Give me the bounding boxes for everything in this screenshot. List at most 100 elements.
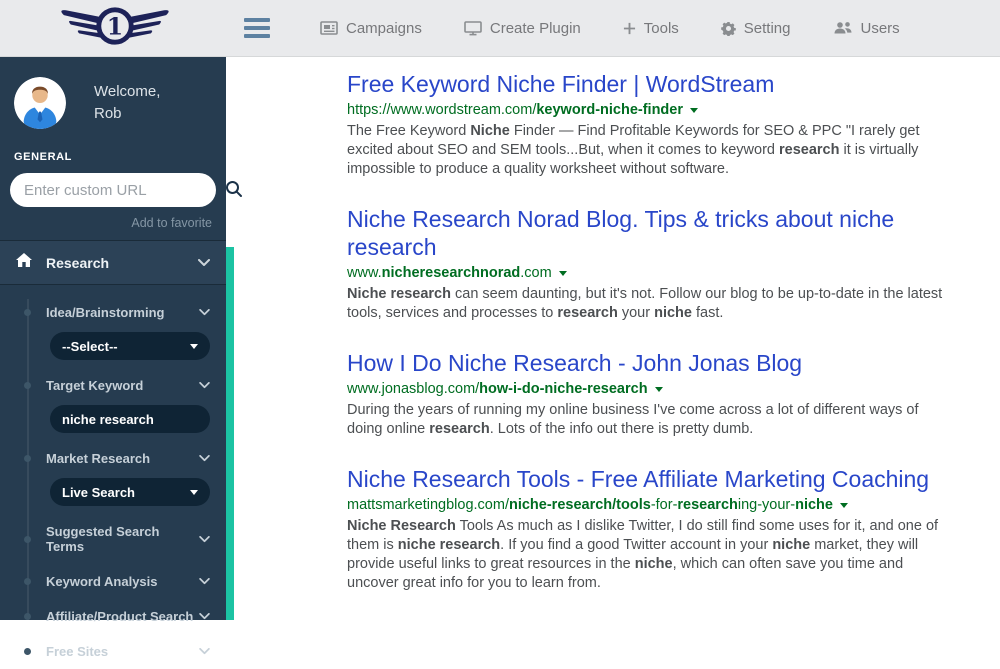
- submenu-label: Idea/Brainstorming: [46, 305, 164, 320]
- result-url-line: https://www.wordstream.com/keyword-niche…: [347, 102, 957, 118]
- url-dropdown-caret-icon[interactable]: [690, 108, 698, 113]
- nav-item-campaigns[interactable]: Campaigns: [320, 20, 422, 37]
- gear-icon: [721, 21, 736, 36]
- add-to-favorite-link[interactable]: Add to favorite: [0, 207, 226, 241]
- submenu-label: Target Keyword: [46, 378, 143, 393]
- result-url-line: www.nicheresearchnorad.com: [347, 265, 957, 281]
- users-icon: [833, 21, 853, 35]
- result-snippet: During the years of running my online bu…: [347, 401, 957, 439]
- tree-dot-icon: [24, 613, 31, 620]
- result-title-link[interactable]: How I Do Niche Research - John Jonas Blo…: [347, 349, 957, 377]
- hamburger-menu-icon[interactable]: [244, 14, 272, 42]
- campaigns-icon: [320, 21, 338, 35]
- sidebar: Welcome, Rob GENERAL Add to favorite Res…: [0, 57, 226, 620]
- welcome-label: Welcome,: [94, 81, 160, 103]
- tree-dot-icon: [24, 578, 31, 585]
- tree-dot-icon: [24, 536, 31, 543]
- home-icon: [16, 253, 32, 272]
- result-url-text: https://www.wordstream.com/keyword-niche…: [347, 102, 683, 118]
- result-title-link[interactable]: Niche Research Norad Blog. Tips & tricks…: [347, 205, 957, 261]
- tree-dot-icon: [24, 382, 31, 389]
- keyword-field-wrap: [50, 405, 210, 433]
- caret-down-icon: [190, 490, 198, 495]
- nav-label-campaigns: Campaigns: [346, 20, 422, 37]
- create-plugin-icon: [464, 21, 482, 36]
- search-icon: [225, 180, 243, 201]
- result-snippet: The Free Keyword Niche Finder — Find Pro…: [347, 122, 957, 179]
- chevron-down-icon: [199, 455, 210, 462]
- result-url-text: www.nicheresearchnorad.com: [347, 265, 552, 281]
- submenu-label: Keyword Analysis: [46, 574, 158, 589]
- nav-label-users: Users: [861, 20, 900, 37]
- result-snippet: Niche Research Tools As much as I dislik…: [347, 517, 957, 593]
- search-result: Niche Research Tools - Free Affiliate Ma…: [347, 465, 957, 593]
- target-keyword-input[interactable]: [62, 412, 198, 427]
- submenu-label: Market Research: [46, 451, 150, 466]
- top-nav: Campaigns Create Plugin Tools Setting Users: [320, 20, 942, 37]
- nav-item-setting[interactable]: Setting: [721, 20, 791, 37]
- top-header: 1 Campaigns Create Plugin Tools Setting User…: [0, 0, 1000, 57]
- chevron-down-icon: [199, 613, 210, 620]
- result-url-text: www.jonasblog.com/how-i-do-niche-researc…: [347, 381, 648, 397]
- sidebar-item-market-research[interactable]: Market Research: [0, 441, 226, 476]
- select-value: Live Search: [62, 485, 135, 500]
- search-result: Niche Research Norad Blog. Tips & tricks…: [347, 205, 957, 323]
- result-title-link[interactable]: Free Keyword Niche Finder | WordStream: [347, 70, 957, 98]
- url-dropdown-caret-icon[interactable]: [840, 503, 848, 508]
- results-list: Free Keyword Niche Finder | WordStream ht…: [347, 70, 960, 593]
- sidebar-item-free-sites[interactable]: Free Sites: [0, 634, 226, 669]
- nav-label-create-plugin: Create Plugin: [490, 20, 581, 37]
- chevron-down-icon: [199, 382, 210, 389]
- winged-one-logo-icon: 1: [56, 3, 174, 54]
- live-search-select[interactable]: Live Search: [50, 478, 210, 506]
- result-url-line: mattsmarketingblog.com/niche-research/to…: [347, 497, 957, 513]
- nav-item-tools[interactable]: Tools: [623, 20, 679, 37]
- search-results-panel: Free Keyword Niche Finder | WordStream ht…: [234, 57, 1000, 620]
- sidebar-item-research[interactable]: Research: [0, 241, 226, 285]
- result-snippet: Niche research can seem daunting, but it…: [347, 285, 957, 323]
- chevron-down-icon: [199, 536, 210, 543]
- custom-url-input[interactable]: [24, 182, 223, 199]
- chevron-down-icon: [199, 578, 210, 585]
- research-menu-label: Research: [46, 255, 109, 271]
- general-section-label: GENERAL: [14, 151, 212, 163]
- svg-text:1: 1: [107, 12, 123, 40]
- chevron-down-icon: [198, 259, 210, 267]
- app-logo[interactable]: 1: [0, 3, 230, 54]
- submenu-label: Affiliate/Product Search: [46, 609, 193, 624]
- submenu-label: Suggested Search Terms: [46, 524, 199, 554]
- sidebar-item-target-keyword[interactable]: Target Keyword: [0, 368, 226, 403]
- plus-icon: [623, 22, 636, 35]
- chevron-down-icon: [199, 648, 210, 655]
- nav-label-setting: Setting: [744, 20, 791, 37]
- select-select[interactable]: --Select--: [50, 332, 210, 360]
- tree-dot-icon: [24, 648, 31, 655]
- sidebar-item-idea-brainstorming[interactable]: Idea/Brainstorming: [0, 295, 226, 330]
- select-value: --Select--: [62, 339, 118, 354]
- nav-item-users[interactable]: Users: [833, 20, 900, 37]
- url-dropdown-caret-icon[interactable]: [655, 387, 663, 392]
- sidebar-item-suggested-search-terms[interactable]: Suggested Search Terms: [0, 514, 226, 564]
- result-url-line: www.jonasblog.com/how-i-do-niche-researc…: [347, 381, 957, 397]
- tree-dot-icon: [24, 309, 31, 316]
- search-result: How I Do Niche Research - John Jonas Blo…: [347, 349, 957, 439]
- caret-down-icon: [190, 344, 198, 349]
- user-avatar: [14, 77, 66, 129]
- custom-url-search: [10, 173, 216, 207]
- username: Rob: [94, 103, 160, 125]
- nav-label-tools: Tools: [644, 20, 679, 37]
- sidebar-item-affiliate-product-search[interactable]: Affiliate/Product Search: [0, 599, 226, 634]
- nav-item-create-plugin[interactable]: Create Plugin: [464, 20, 581, 37]
- chevron-down-icon: [199, 309, 210, 316]
- result-title-link[interactable]: Niche Research Tools - Free Affiliate Ma…: [347, 465, 957, 493]
- result-url-text: mattsmarketingblog.com/niche-research/to…: [347, 497, 833, 513]
- tree-dot-icon: [24, 455, 31, 462]
- sidebar-item-keyword-analysis[interactable]: Keyword Analysis: [0, 564, 226, 599]
- sidebar-accent-bar: [226, 247, 234, 620]
- submenu-label: Free Sites: [46, 644, 108, 659]
- search-result: Free Keyword Niche Finder | WordStream ht…: [347, 70, 957, 179]
- url-dropdown-caret-icon[interactable]: [559, 271, 567, 276]
- research-submenu: Idea/Brainstorming --Select-- Target Keywo…: [0, 285, 226, 669]
- search-button[interactable]: [223, 178, 245, 203]
- welcome-block: Welcome, Rob: [0, 57, 226, 135]
